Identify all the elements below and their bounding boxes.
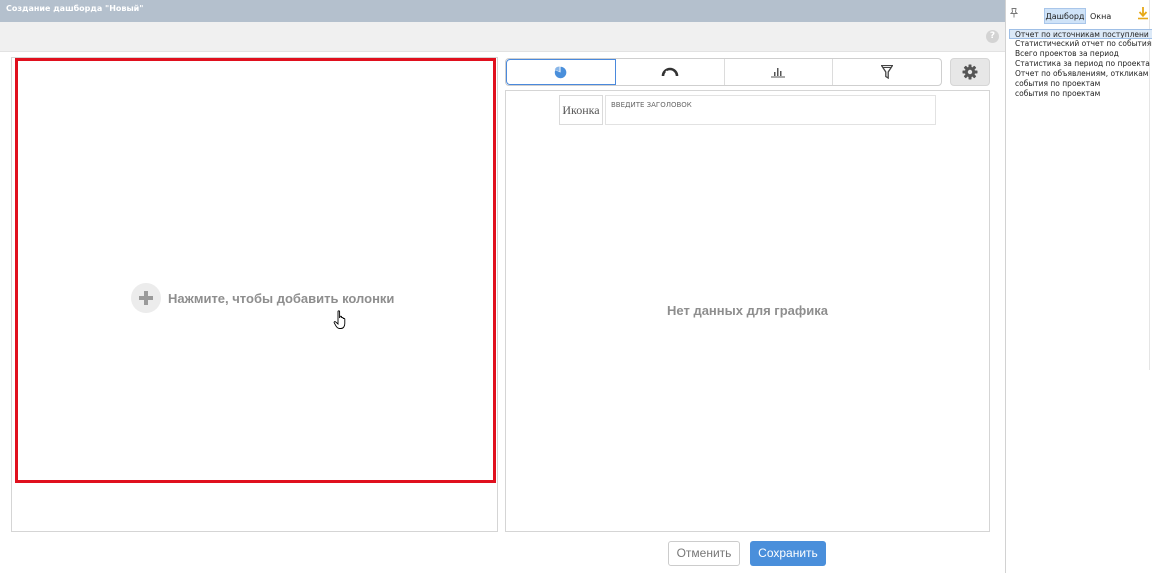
chart-type-tabs — [505, 58, 942, 86]
save-button[interactable]: Сохранить — [750, 541, 826, 566]
dashboard-list: Отчет по источникам поступлени Статистич… — [1009, 29, 1152, 99]
chart-title-placeholder: ВВЕДИТЕ ЗАГОЛОВОК — [611, 101, 692, 109]
bar-chart-icon — [771, 68, 786, 78]
hand-cursor-icon — [333, 310, 346, 329]
list-item[interactable]: Всего проектов за период — [1009, 49, 1152, 59]
list-item[interactable]: Статистический отчет по событиям — [1009, 39, 1152, 49]
gear-icon — [962, 64, 978, 80]
tab-funnel-chart[interactable] — [833, 59, 941, 85]
sidebar-tab-dashboard[interactable]: Дашборд — [1044, 8, 1086, 24]
add-columns-button[interactable]: Нажмите, чтобы добавить колонки — [131, 283, 394, 313]
help-icon[interactable]: ? — [986, 30, 999, 43]
list-item[interactable]: события по проектам — [1009, 79, 1152, 89]
chart-settings-button[interactable] — [950, 58, 990, 86]
list-item[interactable]: Отчет по объявлениям, откликам — [1009, 69, 1152, 79]
chart-title-input[interactable]: ВВЕДИТЕ ЗАГОЛОВОК — [605, 95, 936, 125]
no-data-message: Нет данных для графика — [667, 303, 828, 318]
dialog-titlebar: Создание дашборда "Новый" — [0, 0, 1005, 22]
tab-pie-chart[interactable] — [506, 59, 616, 85]
plus-icon — [131, 283, 161, 313]
sidebar-tab-windows[interactable]: Окна — [1090, 8, 1111, 24]
pie-chart-icon — [555, 65, 567, 78]
sidebar: Дашборд Окна Отчет по источникам поступл… — [1005, 0, 1152, 573]
download-icon[interactable] — [1137, 6, 1149, 20]
funnel-icon — [881, 65, 894, 79]
add-columns-label: Нажмите, чтобы добавить колонки — [168, 290, 395, 306]
dialog-title: Создание дашборда "Новый" — [6, 4, 144, 13]
chart-icon-button[interactable]: Иконка — [559, 95, 603, 125]
sidebar-header: Дашборд Окна — [1006, 0, 1152, 28]
gauge-icon — [661, 67, 678, 77]
dialog-toolstrip: ? — [0, 22, 1005, 52]
highlight-frame — [15, 58, 496, 483]
list-item[interactable]: события по проектам — [1009, 89, 1152, 99]
list-item[interactable]: Отчет по источникам поступлени — [1009, 29, 1152, 39]
tab-gauge-chart[interactable] — [616, 59, 725, 85]
tab-bar-chart[interactable] — [725, 59, 834, 85]
pin-icon[interactable] — [1010, 8, 1018, 18]
cancel-button[interactable]: Отменить — [668, 541, 740, 566]
list-item[interactable]: Статистика за период по проекта — [1009, 59, 1152, 69]
